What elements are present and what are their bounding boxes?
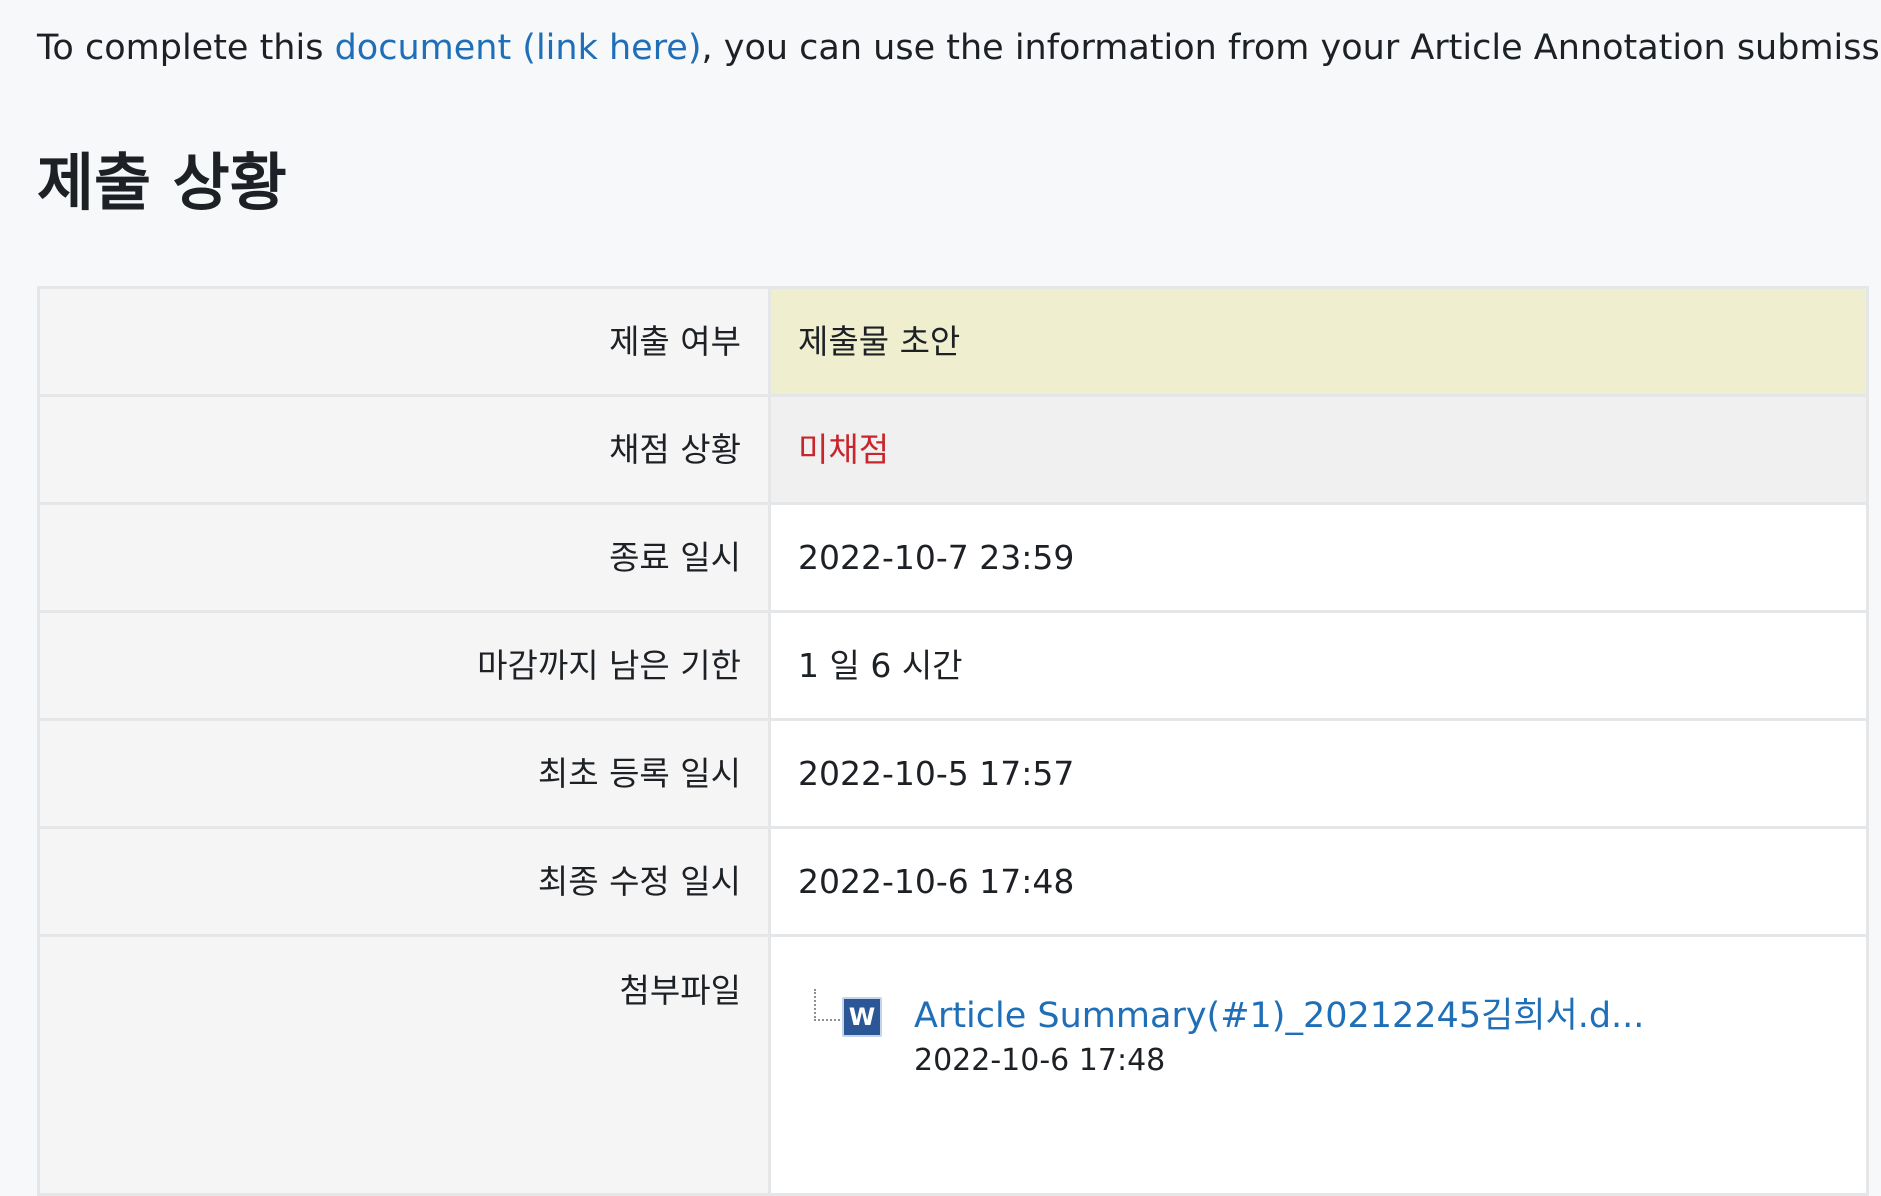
submission-status-table: 제출 여부 제출물 초안 채점 상황 미채점 종료 일시 2022-10-7 2…	[37, 286, 1869, 1196]
last-modified-label: 최종 수정 일시	[39, 828, 770, 936]
file-submissions-cell: W Article Summary(#1)_20212245김희서.d... 2…	[770, 936, 1868, 1195]
first-submitted-value: 2022-10-5 17:57	[770, 720, 1868, 828]
file-link[interactable]: Article Summary(#1)_20212245김희서.d...	[914, 993, 1866, 1039]
grading-status-value: 미채점	[798, 430, 889, 469]
due-date-value: 2022-10-7 23:59	[770, 504, 1868, 612]
file-tree-item: W Article Summary(#1)_20212245김희서.d... 2…	[798, 993, 1866, 1083]
submission-status-row: 제출 여부 제출물 초안	[39, 288, 1868, 396]
instructions-text-after: , you can use the information from your …	[702, 28, 1881, 68]
due-date-row: 종료 일시 2022-10-7 23:59	[39, 504, 1868, 612]
word-document-icon: W	[842, 997, 882, 1037]
grading-status-label: 채점 상황	[39, 396, 770, 504]
last-modified-row: 최종 수정 일시 2022-10-6 17:48	[39, 828, 1868, 936]
grading-status-cell: 미채점	[770, 396, 1868, 504]
time-remaining-row: 마감까지 남은 기한 1 일 6 시간	[39, 612, 1868, 720]
time-remaining-label: 마감까지 남은 기한	[39, 612, 770, 720]
instructions-text-before: To complete this	[37, 28, 335, 68]
time-remaining-value: 1 일 6 시간	[770, 612, 1868, 720]
tree-connector-line	[814, 989, 844, 1021]
submission-status-value: 제출물 초안	[770, 288, 1868, 396]
file-submissions-label: 첨부파일	[39, 936, 770, 1195]
instructions-text: To complete this document (link here), y…	[37, 22, 1857, 74]
grading-status-row: 채점 상황 미채점	[39, 396, 1868, 504]
page-title: 제출 상황	[37, 140, 287, 226]
first-submitted-row: 최초 등록 일시 2022-10-5 17:57	[39, 720, 1868, 828]
document-link[interactable]: document (link here)	[335, 28, 702, 68]
file-date: 2022-10-6 17:48	[914, 1039, 1866, 1083]
last-modified-value: 2022-10-6 17:48	[770, 828, 1868, 936]
first-submitted-label: 최초 등록 일시	[39, 720, 770, 828]
due-date-label: 종료 일시	[39, 504, 770, 612]
file-submissions-row: 첨부파일 W Article Summary(#1)_20212245김희서.d…	[39, 936, 1868, 1195]
submission-status-label: 제출 여부	[39, 288, 770, 396]
